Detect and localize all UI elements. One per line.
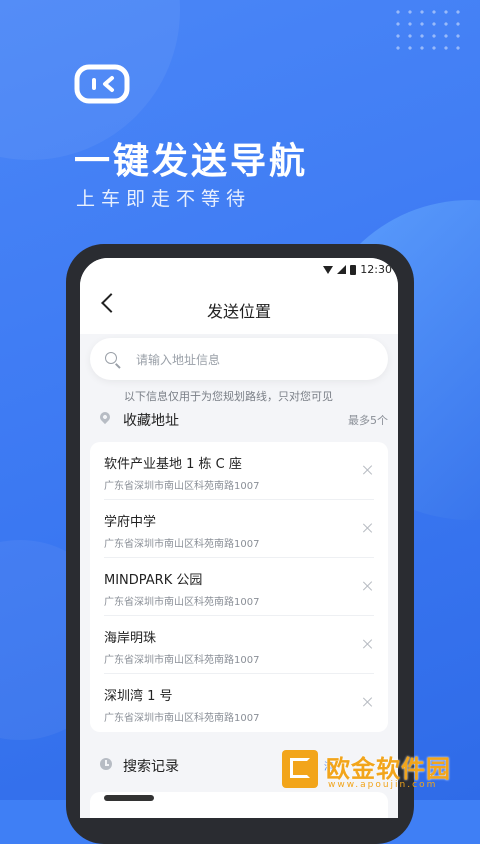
list-item[interactable]: 深圳湾 1 号 广东省深圳市南山区科苑南路1007: [90, 674, 388, 732]
page-title: 发送位置: [206, 302, 271, 321]
status-time: 12:30: [360, 263, 392, 276]
signal-icon: [337, 265, 347, 274]
wifi-icon: [323, 265, 334, 274]
favorites-list: 软件产业基地 1 栋 C 座 广东省深圳市南山区科苑南路1007 学府中学 广东…: [90, 442, 388, 732]
watermark-text: 欧金软件园: [326, 755, 451, 783]
phone-screen: 12:30 发送位置 以下信息仅用于为您规划路线，只对您可见 收藏地址 最多5个…: [80, 258, 398, 818]
delete-icon[interactable]: [362, 696, 374, 708]
watermark: 欧金软件园 www.apoujin.com: [278, 746, 476, 796]
delete-icon[interactable]: [362, 522, 374, 534]
watermark-logo-icon: [282, 750, 318, 788]
promo-subline: 上车即走不等待: [76, 188, 252, 210]
list-item[interactable]: 学府中学 广东省深圳市南山区科苑南路1007: [90, 500, 388, 558]
place-name: 学府中学: [104, 515, 157, 530]
list-item[interactable]: 海岸明珠 广东省深圳市南山区科苑南路1007: [90, 616, 388, 674]
place-address: 广东省深圳市南山区科苑南路1007: [104, 655, 260, 666]
list-item[interactable]: 软件产业基地 1 栋 C 座 广东省深圳市南山区科苑南路1007: [90, 442, 388, 500]
search-input[interactable]: [134, 338, 368, 382]
search-icon: [105, 352, 117, 364]
watermark-url: www.apoujin.com: [328, 780, 438, 790]
place-name: 软件产业基地 1 栋 C 座: [104, 457, 242, 472]
place-name: MINDPARK 公园: [104, 573, 203, 588]
favorites-limit: 最多5个: [348, 414, 388, 427]
history-title: 搜索记录: [123, 759, 179, 775]
decor-dots: [392, 6, 462, 56]
delete-icon[interactable]: [362, 580, 374, 592]
place-address: 广东省深圳市南山区科苑南路1007: [104, 481, 260, 492]
history-item-partial[interactable]: [104, 795, 154, 801]
search-bar[interactable]: [90, 338, 388, 382]
app-logo-icon: [74, 64, 130, 104]
place-name: 海岸明珠: [104, 631, 157, 646]
delete-icon[interactable]: [362, 464, 374, 476]
nav-bar: 发送位置: [80, 282, 398, 334]
privacy-notice: 以下信息仅用于为您规划路线，只对您可见: [124, 390, 333, 403]
clock-icon: [100, 758, 112, 770]
battery-icon: [350, 264, 357, 275]
favorites-header: 收藏地址 最多5个: [80, 408, 398, 432]
place-name: 深圳湾 1 号: [104, 689, 173, 704]
place-address: 广东省深圳市南山区科苑南路1007: [104, 539, 260, 550]
place-address: 广东省深圳市南山区科苑南路1007: [104, 713, 260, 724]
status-bar: 12:30: [80, 258, 398, 282]
list-item[interactable]: MINDPARK 公园 广东省深圳市南山区科苑南路1007: [90, 558, 388, 616]
promo-headline: 一键发送导航: [74, 141, 309, 182]
place-address: 广东省深圳市南山区科苑南路1007: [104, 597, 260, 608]
favorites-title: 收藏地址: [123, 413, 179, 429]
delete-icon[interactable]: [362, 638, 374, 650]
location-pin-icon: [97, 409, 113, 425]
